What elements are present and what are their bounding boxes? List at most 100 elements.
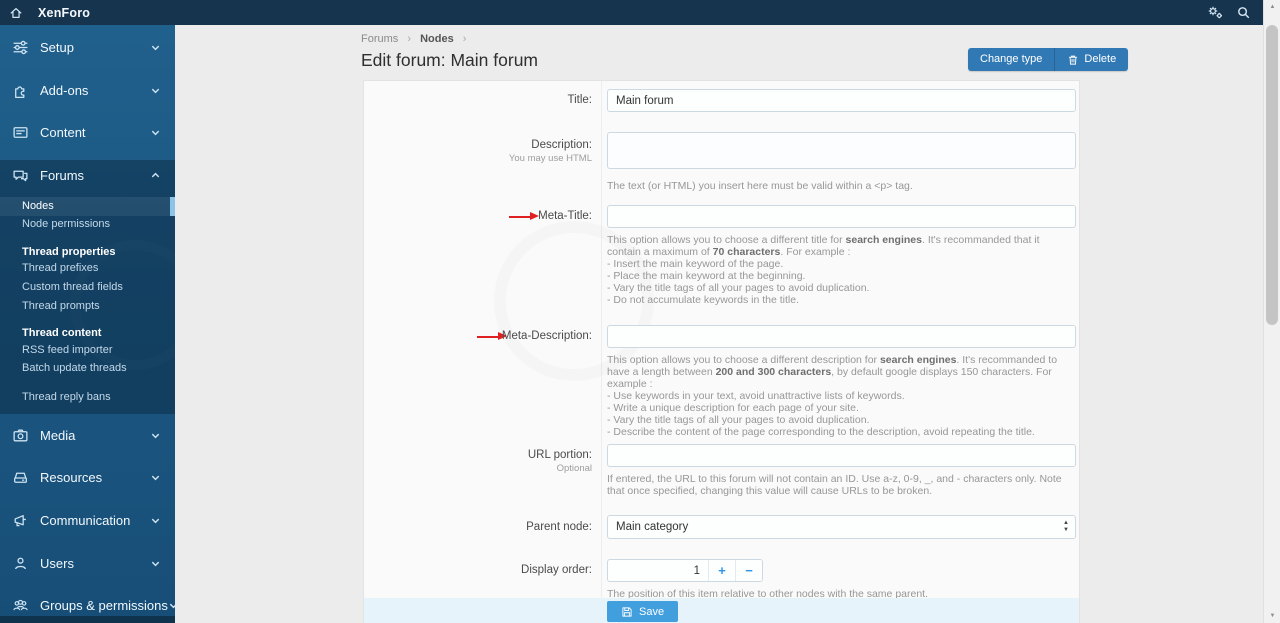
sidebar-item-label: Users [40,555,74,571]
url-portion-note: Optional [556,463,592,474]
chevron-down-icon [150,430,161,441]
parent-node-value: Main category [616,521,689,533]
main-content: Forums › Nodes › Edit forum: Main forum … [175,25,1263,623]
home-icon[interactable] [9,6,23,20]
scroll-up-icon[interactable]: ▲ [1264,0,1280,14]
display-order-input[interactable] [608,560,708,581]
page-scrollbar[interactable]: ▲ ▼ [1263,0,1280,623]
parent-node-label: Parent node: [526,521,592,533]
trash-icon [1067,54,1079,66]
breadcrumb-separator: › [407,33,412,45]
meta-description-tip: - Write a unique description for each pa… [607,402,859,414]
sidebar-subitem-nodes[interactable]: Nodes [0,197,175,216]
sidebar-subitem-node-permissions[interactable]: Node permissions [0,215,175,234]
description-textarea[interactable] [607,132,1076,169]
header-button-group: Change type Delete [968,48,1129,71]
meta-description-label: Meta-Description: [501,330,592,342]
sidebar-subitem-batch-update-threads[interactable]: Batch update threads [0,359,175,378]
save-label: Save [639,605,665,618]
chevron-down-icon [150,42,161,53]
meta-description-tip: - Describe the content of the page corre… [607,426,1035,438]
meta-description-tip: - Vary the title tags of all your pages … [607,414,870,426]
sidebar-item-label: Content [40,124,86,140]
sidebar-next-section-edge [0,616,175,623]
sidebar-item-communication[interactable]: Communication [0,503,175,537]
display-order-stepper: + − [607,559,763,582]
meta-description-hint: This option allows you to choose a diffe… [607,354,1058,390]
brand-logo[interactable]: XenForo [38,6,90,20]
edit-forum-form: Title: Description: You may use HTML The… [363,80,1080,623]
breadcrumb-separator: › [462,33,467,45]
sidebar-item-label: Resources [40,469,103,485]
url-portion-hint: If entered, the URL to this forum will n… [607,473,1062,497]
sidebar-item-users[interactable]: Users [0,546,175,580]
meta-title-tip: - Place the main keyword at the beginnin… [607,270,806,282]
sidebar-subheader-thread-content: Thread content [22,327,102,339]
sidebar-subitem-thread-prompts[interactable]: Thread prompts [0,297,175,316]
meta-title-input[interactable] [607,205,1076,228]
chevron-down-icon [150,515,161,526]
chevron-down-icon [150,85,161,96]
sidebar-subitem-custom-thread-fields[interactable]: Custom thread fields [0,278,175,297]
sidebar-item-setup[interactable]: Setup [0,30,175,64]
sidebar-item-label: Add-ons [40,82,89,98]
chevron-down-icon [150,558,161,569]
chevron-down-icon [150,472,161,483]
sliders-icon [12,39,29,56]
save-button[interactable]: Save [607,601,679,622]
sidebar-item-resources[interactable]: Resources [0,460,175,494]
chevron-down-icon [168,600,175,611]
sidebar-subitem-thread-reply-bans[interactable]: Thread reply bans [0,388,175,407]
meta-title-tip: - Vary the title tags of all your pages … [607,282,870,294]
megaphone-icon [12,512,29,529]
sidebar-item-label: Media [40,427,76,443]
content-card-icon [12,124,29,141]
sidebar-subitem-thread-prefixes[interactable]: Thread prefixes [0,259,175,278]
delete-button[interactable]: Delete [1054,48,1129,71]
sidebar: Setup Add-ons Content Forums Nodes Node … [0,25,175,623]
description-label: Description: [531,139,592,151]
meta-title-hint: This option allows you to choose a diffe… [607,234,1040,258]
breadcrumb-nodes[interactable]: Nodes [420,33,454,45]
title-input[interactable] [607,89,1076,112]
search-icon[interactable] [1229,0,1257,25]
chevron-up-icon [150,170,161,181]
decrement-button[interactable]: − [735,560,762,581]
meta-description-tip: - Use keywords in your text, avoid unatt… [607,390,905,402]
sidebar-item-addons[interactable]: Add-ons [0,73,175,107]
sidebar-item-label: Setup [40,39,74,55]
delete-label: Delete [1084,53,1117,65]
drive-icon [12,469,29,486]
camera-icon [12,427,29,444]
scrollbar-thumb[interactable] [1266,25,1278,325]
url-portion-input[interactable] [607,444,1076,467]
sidebar-item-content[interactable]: Content [0,115,175,149]
sidebar-subitem-rss-feed-importer[interactable]: RSS feed importer [0,341,175,360]
forums-chat-icon [12,167,29,184]
meta-title-tip: - Insert the main keyword of the page. [607,258,784,270]
increment-button[interactable]: + [708,560,735,581]
sidebar-item-media[interactable]: Media [0,418,175,452]
page-title: Edit forum: Main forum [361,50,538,70]
chevron-down-icon [150,127,161,138]
description-hint: The text (or HTML) you insert here must … [607,180,913,192]
gears-icon[interactable] [1201,0,1229,25]
sidebar-item-forums[interactable]: Forums [0,158,175,192]
user-group-icon [12,597,29,614]
parent-node-select[interactable]: Main category ▲ ▼ [607,515,1076,539]
save-bar: Save [364,598,1079,623]
url-portion-label: URL portion: [527,449,592,461]
xenforo-admin-page: XenForo Setup Add-ons Content Forums Nod… [0,0,1280,623]
meta-description-input[interactable] [607,325,1076,348]
sidebar-item-label: Communication [40,512,131,528]
title-label: Title: [567,94,593,106]
change-type-label: Change type [980,53,1043,65]
display-order-label: Display order: [521,564,592,576]
user-icon [12,555,29,572]
change-type-button[interactable]: Change type [968,48,1055,71]
scroll-down-icon[interactable]: ▼ [1264,609,1280,623]
form-column-divider [601,81,602,598]
breadcrumb-forums[interactable]: Forums [361,33,398,45]
floppy-disk-icon [621,606,633,618]
sidebar-item-label: Groups & permissions [40,597,168,613]
